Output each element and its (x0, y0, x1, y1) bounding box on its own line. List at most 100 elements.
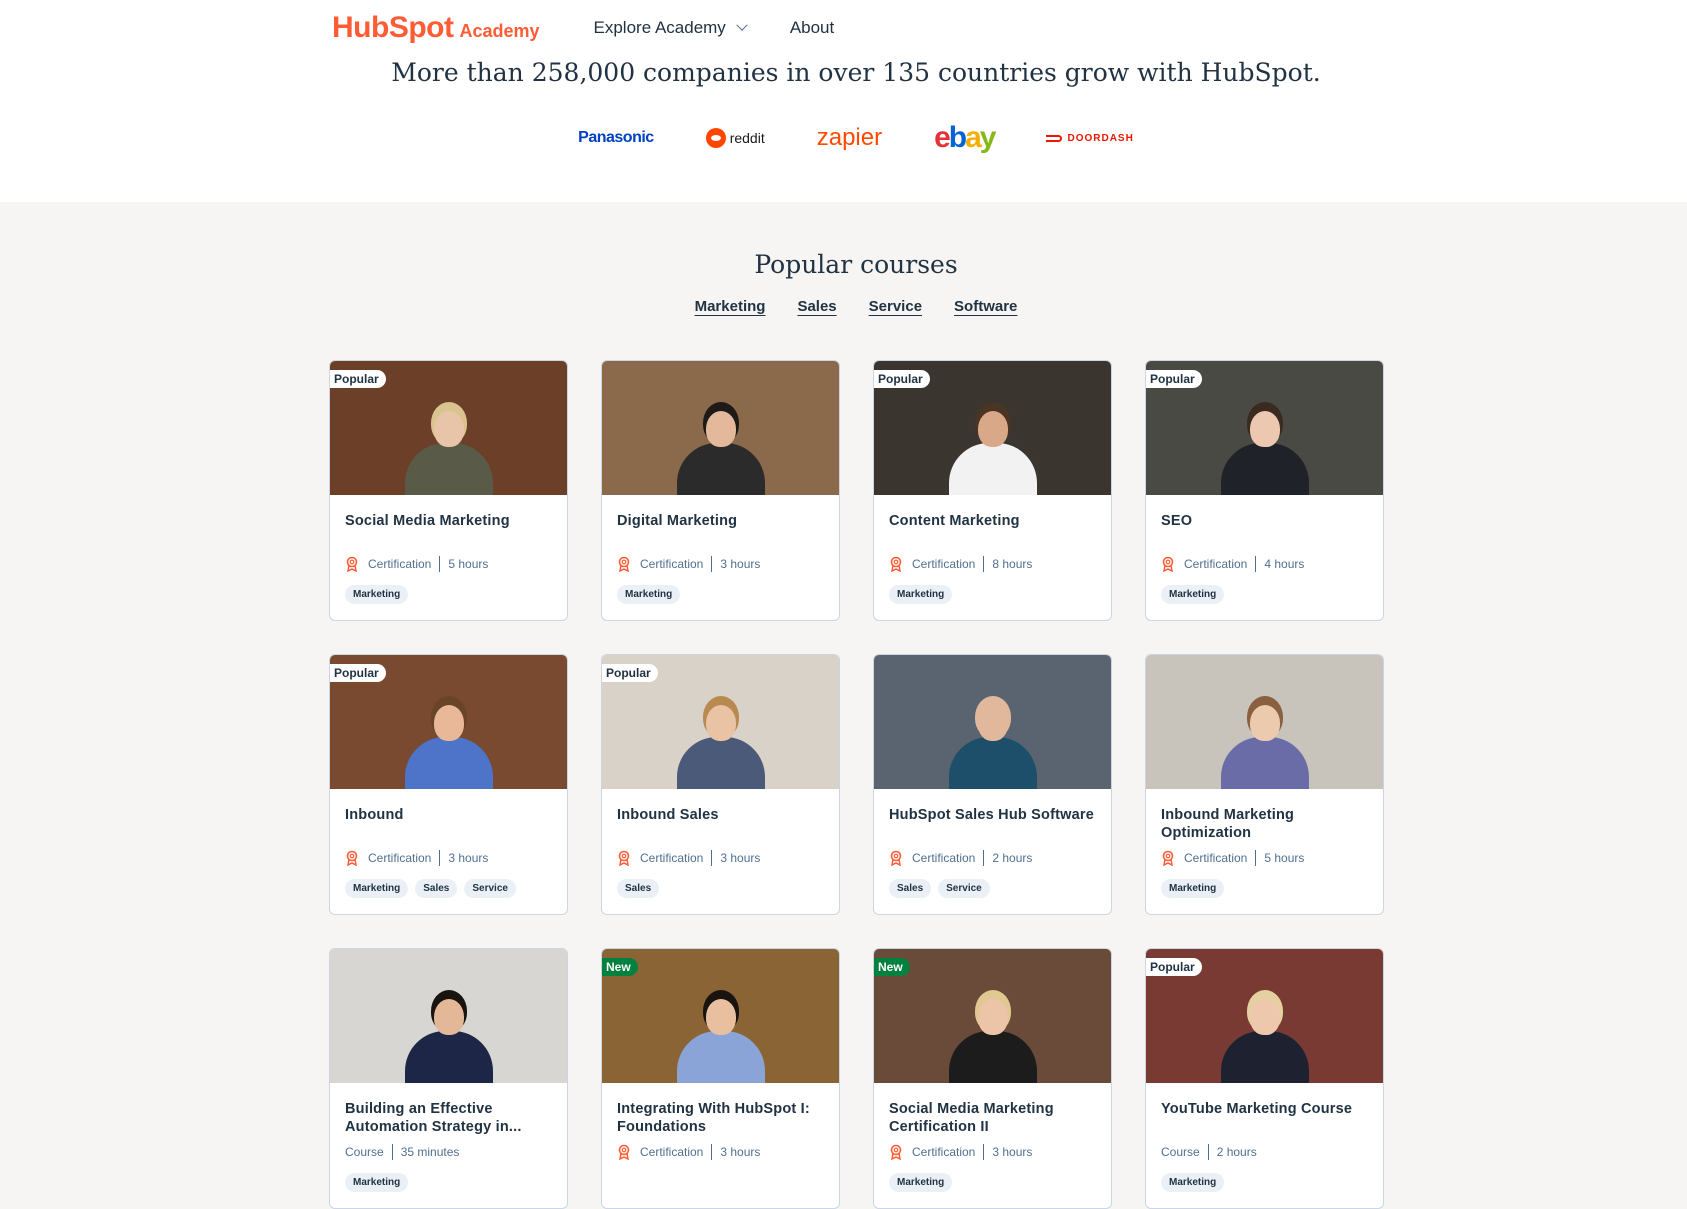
nav-explore-academy[interactable]: Explore Academy (593, 18, 748, 38)
course-tag: Marketing (889, 1173, 953, 1192)
course-card[interactable]: Digital Marketing Certification 3 hours Mar… (601, 360, 840, 621)
course-card[interactable]: HubSpot Sales Hub Software Certification 2… (873, 654, 1112, 915)
course-thumbnail: Popular (1146, 361, 1383, 495)
reddit-logo: reddit (705, 122, 765, 154)
course-type: Course (345, 1145, 384, 1159)
course-card[interactable]: Popular SEO Certification 4 hours Marketing (1145, 360, 1384, 621)
filter-software[interactable]: Software (954, 298, 1017, 315)
course-title: Building an Effective Automation Strateg… (345, 1101, 522, 1135)
course-title: Social Media Marketing (345, 513, 510, 529)
course-tag: Marketing (345, 585, 409, 604)
course-meta: Course 35 minutes (345, 1144, 459, 1160)
course-thumbnail (602, 361, 839, 495)
course-tags: Sales (617, 879, 660, 898)
course-meta: Certification 5 hours (1161, 850, 1304, 866)
filter-marketing[interactable]: Marketing (695, 298, 766, 315)
logo-main-text: HubSpot (332, 11, 454, 44)
course-thumbnail (874, 655, 1111, 789)
certification-icon (890, 850, 902, 866)
course-tags: Marketing (1161, 1173, 1225, 1192)
course-meta: Certification 2 hours (889, 850, 1032, 866)
course-badge: Popular (330, 664, 386, 682)
course-tag: Marketing (889, 585, 953, 604)
course-title: Content Marketing (889, 513, 1020, 529)
course-type: Certification (912, 1145, 976, 1159)
instructor-image (945, 999, 1041, 1083)
course-card[interactable]: Building an Effective Automation Strateg… (329, 948, 568, 1209)
panasonic-logo: Panasonic (578, 129, 654, 146)
course-tag: Sales (617, 879, 660, 898)
course-duration: 3 hours (992, 1145, 1033, 1159)
certification-icon (618, 556, 630, 572)
course-title: Integrating With HubSpot I: Foundations (617, 1101, 810, 1135)
course-meta: Certification 3 hours (889, 1144, 1032, 1160)
course-duration: 35 minutes (400, 1145, 460, 1159)
course-tags: Marketing (617, 585, 681, 604)
filter-service[interactable]: Service (869, 298, 922, 315)
course-type: Certification (912, 557, 976, 571)
course-card[interactable]: New Social Media Marketing Certification … (873, 948, 1112, 1209)
top-section: HubSpot Academy Explore Academy About Mo… (0, 0, 1687, 202)
course-tags: Marketing (345, 585, 409, 604)
course-thumbnail: Popular (874, 361, 1111, 495)
course-type: Certification (368, 557, 432, 571)
filter-sales[interactable]: Sales (797, 298, 836, 315)
course-card[interactable]: Popular Social Media Marketing Certificati… (329, 360, 568, 621)
nav-about-label: About (789, 18, 835, 37)
course-badge: Popular (1146, 958, 1202, 976)
meta-divider (439, 850, 441, 866)
course-duration: 4 hours (1264, 557, 1305, 571)
course-type: Certification (640, 851, 704, 865)
meta-divider (983, 850, 985, 866)
course-tag: Marketing (345, 879, 409, 898)
certification-icon (1162, 556, 1174, 572)
course-tag: Sales (415, 879, 458, 898)
course-tags: Marketing (889, 1173, 953, 1192)
course-title: Social Media Marketing Certification II (889, 1101, 1054, 1135)
instructor-image (401, 411, 497, 495)
certification-icon (618, 1144, 630, 1160)
course-tags: Marketing (345, 1173, 409, 1192)
course-tag: Marketing (1161, 879, 1225, 898)
course-badge: Popular (330, 370, 386, 388)
nav-about[interactable]: About (790, 18, 834, 38)
section-title: Popular courses (754, 250, 958, 279)
meta-divider (711, 556, 713, 572)
course-type: Certification (1184, 557, 1248, 571)
course-type: Certification (640, 557, 704, 571)
ebay-logo: ebay (934, 121, 996, 154)
meta-divider (711, 850, 713, 866)
reddit-icon (705, 128, 726, 148)
hubspot-academy-logo[interactable]: HubSpot Academy (332, 11, 540, 45)
course-meta: Certification 3 hours (617, 1144, 760, 1160)
course-card[interactable]: Popular Content Marketing Certification 8 h… (873, 360, 1112, 621)
course-card[interactable]: Popular Inbound Certification 3 hours Market… (329, 654, 568, 915)
course-thumbnail: New (602, 949, 839, 1083)
course-tag: Sales (889, 879, 932, 898)
logo-sub-text: Academy (459, 21, 540, 41)
meta-divider (391, 1144, 393, 1160)
course-meta: Certification 8 hours (889, 556, 1032, 572)
course-card[interactable]: Popular Inbound Sales Certification 3 hours… (601, 654, 840, 915)
course-card[interactable]: Popular YouTube Marketing Course Course 2 h… (1145, 948, 1384, 1209)
course-duration: 3 hours (720, 851, 761, 865)
course-title: Inbound Sales (617, 807, 719, 823)
course-card[interactable]: New Integrating With HubSpot I: Foundatio… (601, 948, 840, 1209)
course-type: Certification (640, 1145, 704, 1159)
meta-divider (1255, 556, 1257, 572)
course-type: Certification (1184, 851, 1248, 865)
course-duration: 2 hours (1216, 1145, 1257, 1159)
instructor-image (673, 705, 769, 789)
course-meta: Certification 5 hours (345, 556, 488, 572)
course-card[interactable]: Inbound Marketing Optimization Certificat… (1145, 654, 1384, 915)
course-badge: New (602, 958, 638, 976)
instructor-image (1217, 411, 1313, 495)
instructor-image (945, 411, 1041, 495)
instructor-image (401, 705, 497, 789)
nav-explore-label: Explore Academy (593, 18, 726, 37)
instructor-image (673, 411, 769, 495)
course-tags: Marketing (1161, 585, 1225, 604)
meta-divider (439, 556, 441, 572)
course-duration: 5 hours (448, 557, 489, 571)
course-type: Certification (368, 851, 432, 865)
